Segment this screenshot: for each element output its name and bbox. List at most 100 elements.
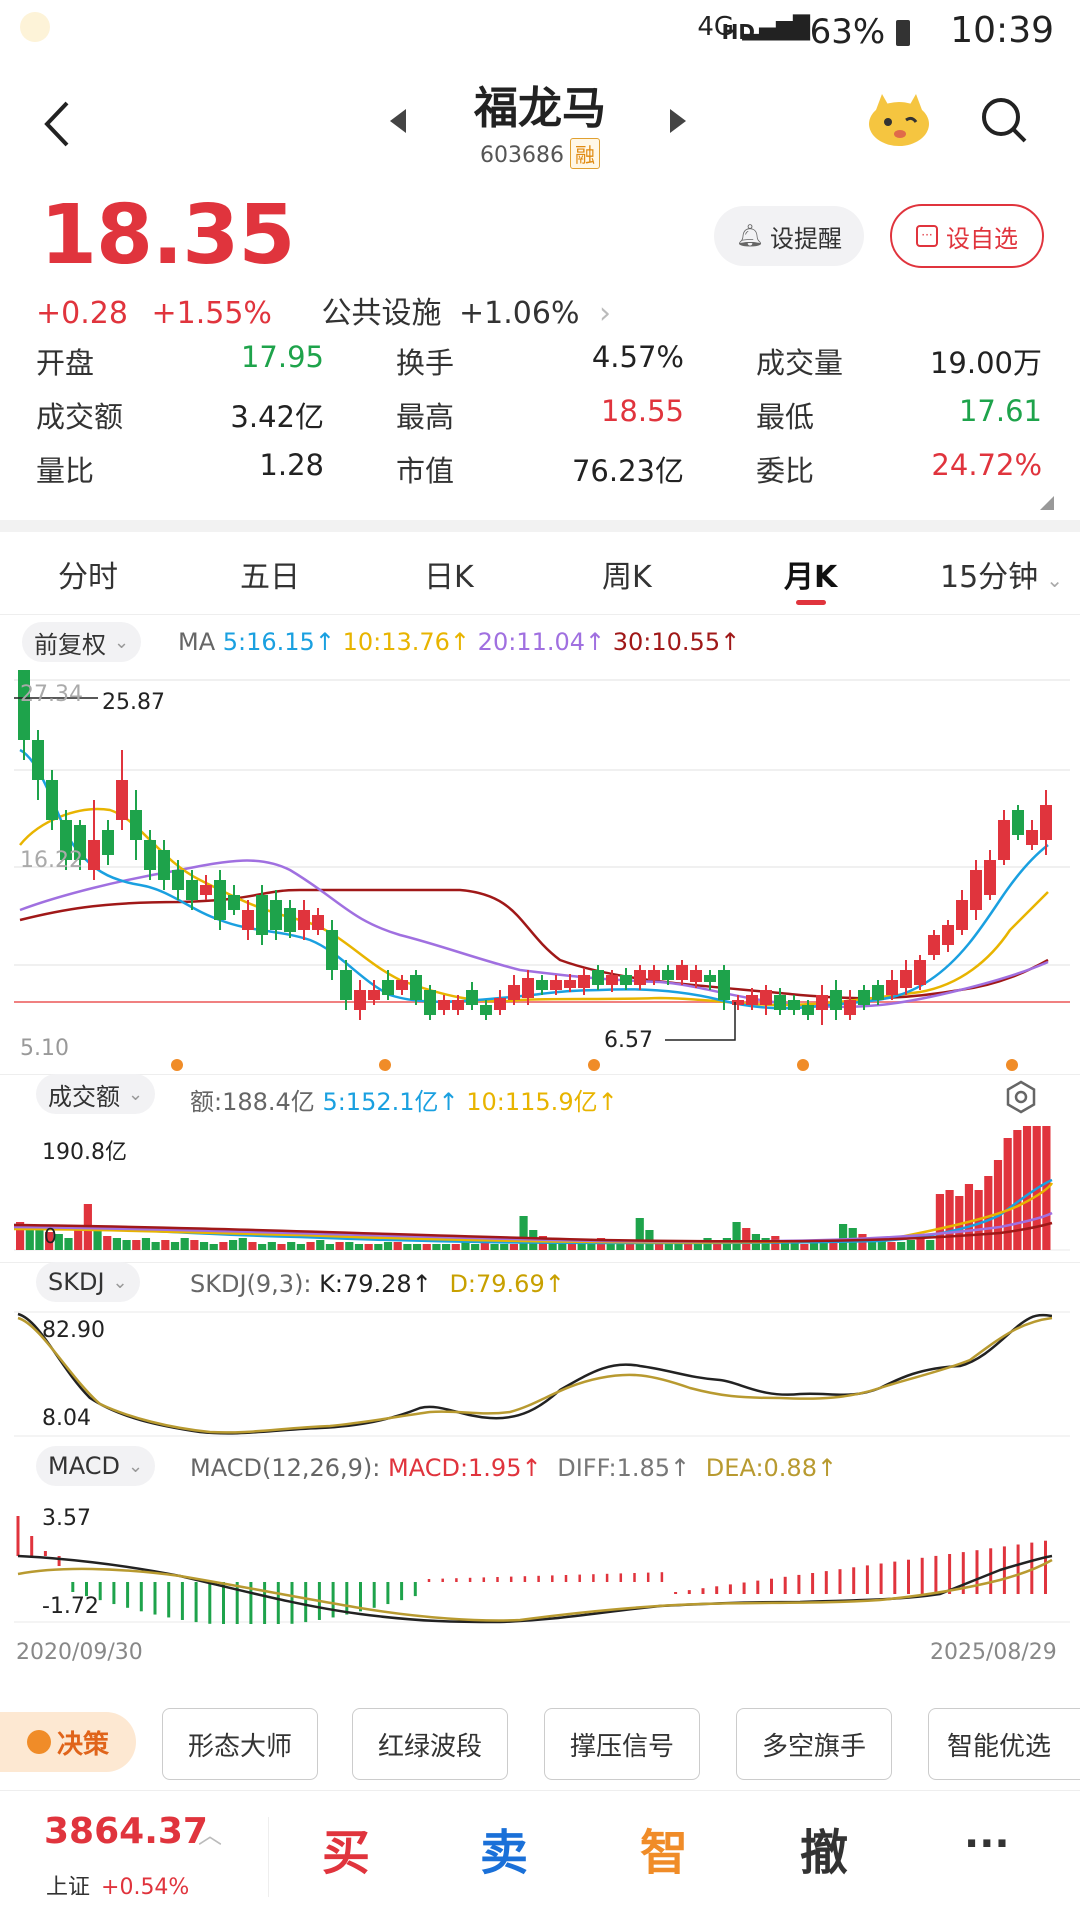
expand-corner-icon[interactable] bbox=[1040, 496, 1054, 510]
stat-label: 开盘 bbox=[36, 346, 95, 380]
candle bbox=[536, 975, 548, 995]
cancel-order-button[interactable]: 撤 bbox=[800, 1813, 848, 1883]
volume-selector[interactable]: 成交额 ⌄ bbox=[36, 1074, 156, 1114]
strategy-pattern-master[interactable]: 形态大师 bbox=[162, 1708, 318, 1780]
macd-axis-bottom: -1.72 bbox=[42, 1594, 99, 1619]
chevron-down-icon: ⌄ bbox=[114, 631, 130, 653]
tab-five-day[interactable]: 五日 bbox=[240, 552, 300, 596]
candle bbox=[326, 920, 338, 980]
add-watchlist-button[interactable]: ··· 设自选 bbox=[890, 204, 1044, 268]
date-end: 2025/08/29 bbox=[930, 1640, 1057, 1665]
high-price-label: 25.87 bbox=[102, 690, 165, 715]
skdj-axis-top: 82.90 bbox=[42, 1318, 105, 1343]
chevron-down-icon: ⌄ bbox=[127, 1455, 144, 1477]
candle bbox=[130, 790, 142, 860]
tab-weekly-k[interactable]: 周K bbox=[602, 552, 652, 596]
index-value[interactable]: 3864.37 bbox=[44, 1811, 208, 1852]
candle bbox=[200, 875, 212, 900]
stock-code: 603686 bbox=[480, 143, 564, 168]
macd-selector[interactable]: MACD ⌄ bbox=[36, 1446, 156, 1486]
strategy-smart-pick[interactable]: 智能优选 bbox=[928, 1708, 1080, 1780]
stat-value: 24.72% bbox=[931, 448, 1042, 482]
volume-bar bbox=[403, 1244, 412, 1250]
volume-bar bbox=[151, 1242, 160, 1250]
section-divider bbox=[0, 520, 1080, 532]
volume-bar bbox=[122, 1240, 131, 1250]
candle bbox=[298, 900, 310, 940]
volume-bar bbox=[887, 1242, 896, 1250]
settings-button[interactable] bbox=[1004, 1080, 1038, 1118]
skdj-selector[interactable]: SKDJ ⌄ bbox=[36, 1262, 140, 1302]
volume-bar bbox=[258, 1244, 267, 1250]
strategy-support-resistance[interactable]: 撑压信号 bbox=[544, 1708, 700, 1780]
candle bbox=[410, 970, 422, 1005]
volume-bar bbox=[761, 1238, 770, 1250]
quote-stats: 开盘 17.95 换手 4.57% 成交量 19.00万 成交额 3.42亿 最… bbox=[36, 340, 1046, 502]
volume-bar bbox=[945, 1190, 954, 1250]
tab-intraday[interactable]: 分时 bbox=[58, 552, 118, 596]
macd-chart[interactable] bbox=[0, 1494, 1080, 1624]
volume-bar bbox=[325, 1244, 335, 1250]
candle bbox=[620, 968, 632, 990]
chevron-up-icon[interactable]: ︿ bbox=[198, 1815, 222, 1850]
price-axis-top: 27.34 bbox=[20, 682, 83, 707]
volume-bar bbox=[25, 1228, 34, 1250]
ma-legend: MA 5:16.15↑ 10:13.76↑ 20:11.04↑ 30:10.55… bbox=[178, 628, 740, 656]
index-info: 上证 +0.54% bbox=[46, 1869, 189, 1901]
mascot-button[interactable] bbox=[866, 90, 932, 150]
candle bbox=[116, 750, 128, 830]
skdj-legend: SKDJ(9,3): K:79.28↑ D:79.69↑ bbox=[190, 1270, 565, 1298]
index-name: 上证 bbox=[46, 1875, 91, 1900]
chevron-down-icon: ⌄ bbox=[112, 1271, 128, 1293]
volume-bar bbox=[471, 1244, 480, 1250]
volume-bar bbox=[267, 1242, 276, 1250]
candle bbox=[928, 930, 940, 960]
smart-button[interactable]: 智 bbox=[640, 1813, 688, 1883]
ma10-value: 10:13.76↑ bbox=[342, 628, 471, 656]
volume-bar bbox=[412, 1244, 422, 1250]
tab-monthly-k[interactable]: 月K bbox=[784, 552, 837, 596]
volume-bar bbox=[93, 1230, 102, 1250]
decision-tag[interactable]: 决策 bbox=[0, 1712, 136, 1772]
volume-bar bbox=[897, 1242, 906, 1250]
tab-15min[interactable]: 15分钟 ⌄ bbox=[940, 552, 1063, 596]
volume-chart[interactable] bbox=[0, 1125, 1080, 1255]
search-button[interactable] bbox=[976, 92, 1032, 148]
strategy-bull-bear[interactable]: 多空旗手 bbox=[736, 1708, 892, 1780]
buy-button[interactable]: 买 bbox=[322, 1813, 370, 1883]
ma20-value: 20:11.04↑ bbox=[477, 628, 606, 656]
skdj-chart[interactable] bbox=[0, 1308, 1080, 1438]
candle bbox=[494, 990, 506, 1015]
candle bbox=[984, 850, 996, 900]
volume-bar bbox=[170, 1242, 180, 1250]
volume-bar bbox=[838, 1224, 848, 1250]
volume-bar bbox=[238, 1238, 247, 1250]
stat-label: 成交量 bbox=[756, 346, 844, 380]
decision-icon bbox=[26, 1730, 51, 1754]
stat-label: 换手 bbox=[396, 346, 455, 380]
volume-bar bbox=[64, 1238, 73, 1250]
stat-label: 最高 bbox=[396, 400, 455, 434]
strategy-red-green-band[interactable]: 红绿波段 bbox=[352, 1708, 508, 1780]
volume-bar bbox=[916, 1238, 925, 1250]
adjust-selector[interactable]: 前复权 ⌄ bbox=[22, 622, 142, 662]
volume-bar bbox=[964, 1184, 974, 1250]
set-reminder-button[interactable]: 🔔︎ 设提醒 bbox=[714, 206, 864, 266]
tab-daily-k[interactable]: 日K bbox=[424, 552, 474, 596]
battery-indicator: 63% bbox=[810, 12, 910, 52]
volume-bar bbox=[742, 1228, 751, 1250]
volume-bar bbox=[432, 1244, 441, 1250]
kline-chart[interactable] bbox=[0, 670, 1080, 1075]
candle bbox=[970, 860, 982, 920]
more-button[interactable]: ··· bbox=[964, 1821, 1010, 1867]
stat-value: 4.57% bbox=[591, 340, 684, 374]
candle bbox=[914, 955, 926, 990]
volume-total: 额:188.4亿 bbox=[190, 1088, 315, 1116]
sell-button[interactable]: 卖 bbox=[480, 1813, 528, 1883]
candle bbox=[354, 980, 366, 1020]
bell-icon: 🔔︎ bbox=[736, 223, 764, 249]
candle bbox=[942, 920, 954, 952]
volume-bar bbox=[141, 1238, 151, 1250]
volume-bar bbox=[383, 1242, 393, 1250]
sector-link[interactable]: 公共设施 +1.06% › bbox=[321, 296, 611, 331]
